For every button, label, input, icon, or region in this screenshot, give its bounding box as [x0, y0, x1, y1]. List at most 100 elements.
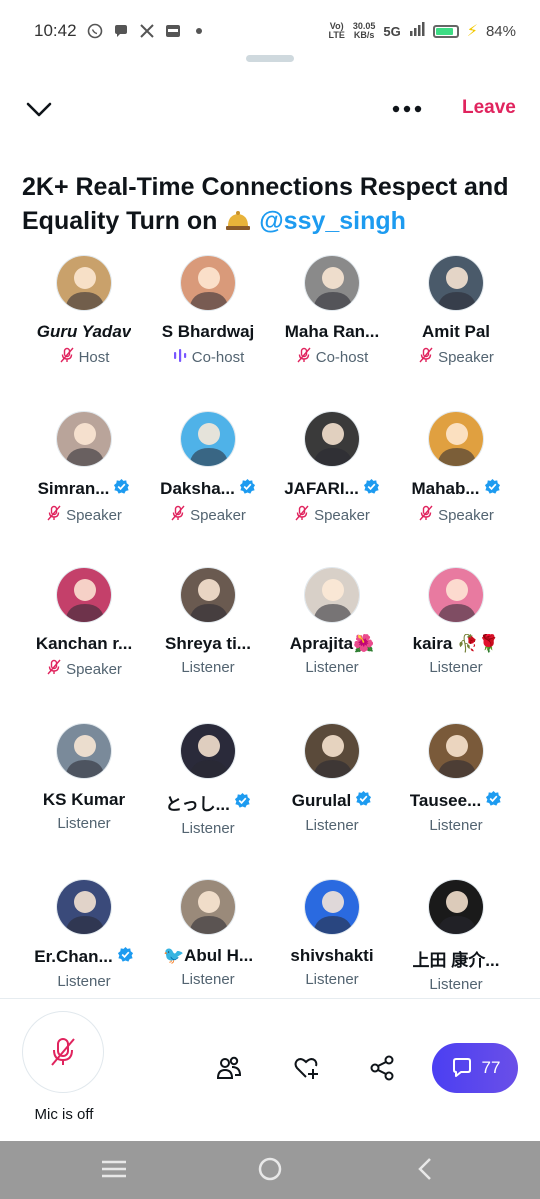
participant-card[interactable]: Shreya ti... Listener [146, 567, 270, 723]
participant-name: Tausee... [410, 790, 503, 812]
chat-icon [113, 23, 129, 39]
chat-button[interactable]: 77 [432, 1043, 518, 1093]
participant-role-text: Host [78, 348, 110, 366]
participant-name-text: Er.Chan... [34, 947, 113, 966]
participant-card[interactable]: JAFARI... Speaker [270, 411, 394, 567]
participant-card[interactable]: Gurulal Listener [270, 723, 394, 879]
participant-name-text: KS Kumar [42, 790, 126, 809]
battery-percent: 84% [485, 22, 516, 40]
participant-card[interactable]: 上田 康介... Listener [394, 879, 518, 1035]
participant-role: Listener [57, 815, 110, 832]
participant-card[interactable]: KS Kumar Listener [22, 723, 146, 879]
leave-button[interactable]: Leave [462, 97, 516, 119]
paytm-icon [165, 23, 181, 39]
participant-card[interactable]: 🐦Abul H... Listener [146, 879, 270, 1035]
notification-icons [87, 23, 207, 39]
participant-name-text: とっし... [165, 795, 230, 814]
participant-role-text: Listener [429, 659, 483, 676]
status-bar: 10:42 Vo) LTE 30.05 KB/s 5G ⚡ 84% [0, 0, 540, 62]
share-button[interactable] [366, 1052, 398, 1084]
participant-card[interactable]: Guru Yadav Host [22, 255, 146, 411]
menu-lines-icon [102, 1160, 126, 1178]
participant-name-text: Shreya ti... [165, 634, 251, 653]
participant-avatar[interactable] [56, 411, 112, 467]
participant-role: Listener [181, 659, 234, 676]
participant-avatar[interactable] [56, 879, 112, 935]
participant-role-text: Speaker [66, 660, 122, 678]
participant-avatar[interactable] [180, 255, 236, 311]
x-icon [139, 23, 155, 39]
participant-avatar[interactable] [304, 255, 360, 311]
participant-card[interactable]: Aprajita🌺 Listener [270, 567, 394, 723]
participant-avatar[interactable] [304, 879, 360, 935]
minimize-button[interactable] [24, 96, 54, 122]
participant-name: 上田 康介... [413, 946, 500, 971]
participant-avatar[interactable] [56, 255, 112, 311]
more-options-button[interactable] [390, 94, 424, 124]
react-button[interactable] [290, 1052, 322, 1084]
participant-role-text: Speaker [438, 348, 494, 366]
participant-name-text: Kanchan r... [35, 634, 133, 653]
participant-role-text: Co-host [315, 348, 369, 366]
mic-toggle-button[interactable] [22, 1011, 104, 1093]
participant-avatar[interactable] [180, 879, 236, 935]
participant-card[interactable]: Simran... Speaker [22, 411, 146, 567]
participant-avatar[interactable] [180, 567, 236, 623]
participant-card[interactable]: kaira 🥀🌹 Listener [394, 567, 518, 723]
participant-card[interactable]: Mahab... Speaker [394, 411, 518, 567]
participant-role: Listener [305, 971, 358, 988]
participant-role: Listener [429, 817, 482, 834]
participant-name: KS Kumar [43, 790, 125, 810]
participant-name-text: 上田 康介... [412, 951, 500, 970]
participant-avatar[interactable] [428, 255, 484, 311]
participant-card[interactable]: Daksha... Speaker [146, 411, 270, 567]
participant-role: Speaker [418, 347, 494, 367]
participant-avatar[interactable] [428, 567, 484, 623]
participant-role-text: Listener [57, 973, 111, 990]
participant-name-text: Amit Pal [421, 322, 491, 341]
back-arrow-icon [418, 1158, 431, 1180]
participant-avatar[interactable] [428, 879, 484, 935]
participant-role-text: Listener [181, 971, 235, 988]
verified-badge-icon [234, 792, 251, 814]
participant-role: Co-host [296, 347, 369, 367]
participant-role: Speaker [418, 505, 494, 525]
dot-icon [191, 23, 207, 39]
participant-card[interactable]: Kanchan r... Speaker [22, 567, 146, 723]
participant-card[interactable]: S Bhardwaj Co-host [146, 255, 270, 411]
participant-role: Listener [305, 659, 358, 676]
participant-name: とっし... [165, 790, 251, 815]
participant-avatar[interactable] [428, 411, 484, 467]
participant-avatar[interactable] [56, 567, 112, 623]
host-handle-link[interactable]: @ssy_singh [259, 207, 406, 235]
recent-apps-button[interactable] [100, 1157, 128, 1186]
participant-name-text: Maha Ran... [284, 322, 380, 341]
participant-name-text: Guru Yadav [36, 322, 132, 341]
network-type: 5G [383, 23, 401, 39]
participant-role-text: Listener [429, 817, 483, 834]
participant-card[interactable]: Amit Pal Speaker [394, 255, 518, 411]
participant-card[interactable]: Maha Ran... Co-host [270, 255, 394, 411]
participant-card[interactable]: とっし... Listener [146, 723, 270, 879]
people-button[interactable] [213, 1052, 245, 1084]
participant-card[interactable]: Tausee... Listener [394, 723, 518, 879]
participant-avatar[interactable] [304, 567, 360, 623]
participant-avatar[interactable] [428, 723, 484, 779]
participant-avatar[interactable] [180, 411, 236, 467]
participant-avatar[interactable] [304, 723, 360, 779]
participant-role-text: Speaker [66, 506, 122, 524]
participant-role-text: Speaker [314, 506, 370, 524]
space-header: Leave [0, 92, 540, 126]
back-button[interactable] [414, 1157, 438, 1188]
participant-avatar[interactable] [56, 723, 112, 779]
participant-role-text: Listener [305, 659, 359, 676]
participant-card[interactable]: shivshakti Listener [270, 879, 394, 1035]
drag-handle[interactable] [246, 55, 294, 62]
signal-icon [409, 22, 425, 40]
participant-avatar[interactable] [180, 723, 236, 779]
participant-role: Speaker [46, 505, 122, 525]
home-button[interactable] [256, 1157, 284, 1190]
participant-avatar[interactable] [304, 411, 360, 467]
participant-name: Kanchan r... [36, 634, 132, 654]
participant-card[interactable]: Er.Chan... Listener [22, 879, 146, 1035]
